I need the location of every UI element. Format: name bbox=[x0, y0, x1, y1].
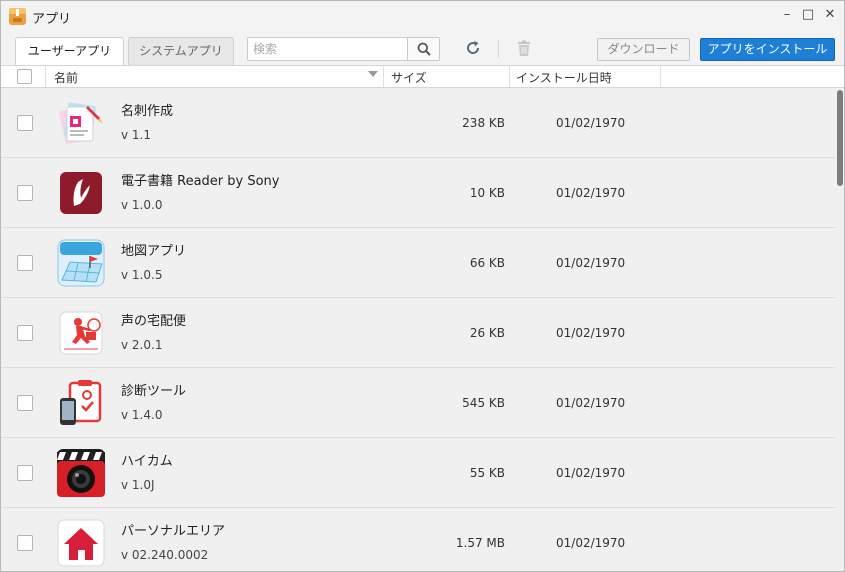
app-row[interactable]: 地図アプリ v 1.0.5 66 KB 01/02/1970 bbox=[1, 228, 835, 298]
column-divider bbox=[509, 66, 510, 87]
install-date: 01/02/1970 bbox=[556, 536, 626, 550]
tab-system-apps[interactable]: システムアプリ bbox=[128, 37, 234, 65]
toolbar-separator bbox=[498, 40, 499, 58]
install-date: 01/02/1970 bbox=[556, 326, 626, 340]
row-checkbox[interactable] bbox=[17, 465, 33, 481]
column-header: 名前 サイズ インストール日時 bbox=[1, 65, 844, 88]
install-date: 01/02/1970 bbox=[556, 256, 626, 270]
personal-area-icon bbox=[57, 519, 105, 567]
app-row[interactable]: パーソナルエリア v 02.240.0002 1.57 MB 01/02/197… bbox=[1, 508, 835, 571]
toolbar: ユーザーアプリ システムアプリ ダウンロード アプリをインストール bbox=[1, 32, 844, 65]
trash-icon[interactable] bbox=[515, 39, 533, 57]
row-checkbox[interactable] bbox=[17, 255, 33, 271]
app-size: 10 KB bbox=[469, 186, 505, 200]
install-date: 01/02/1970 bbox=[556, 396, 626, 410]
app-row[interactable]: 声の宅配便 v 2.0.1 26 KB 01/02/1970 bbox=[1, 298, 835, 368]
app-row[interactable]: 電子書籍 Reader by Sony v 1.0.0 10 KB 01/02/… bbox=[1, 158, 835, 228]
column-divider bbox=[660, 66, 661, 87]
app-size: 545 KB bbox=[462, 396, 505, 410]
highcam-icon bbox=[57, 449, 105, 497]
app-version: v 1.4.0 bbox=[121, 408, 163, 422]
install-date: 01/02/1970 bbox=[556, 466, 626, 480]
app-name: パーソナルエリア bbox=[121, 524, 226, 539]
app-manager-window: アプリ – □ ✕ ユーザーアプリ システムアプリ 検索 ダウンロード アプリを… bbox=[0, 0, 845, 572]
minimize-button[interactable]: – bbox=[779, 7, 795, 23]
business-card-maker-icon bbox=[59, 102, 103, 145]
reader-by-sony-icon bbox=[60, 172, 102, 214]
app-name: 電子書籍 Reader by Sony bbox=[121, 174, 280, 189]
app-name: 診断ツール bbox=[121, 384, 187, 399]
select-all-checkbox[interactable] bbox=[17, 69, 32, 84]
column-size-header[interactable]: サイズ bbox=[391, 69, 427, 86]
map-app-icon bbox=[57, 239, 105, 287]
app-box-icon bbox=[9, 8, 26, 25]
app-version: v 1.0.5 bbox=[121, 268, 163, 282]
column-name-header[interactable]: 名前 bbox=[54, 69, 78, 86]
diagnostic-tool-icon bbox=[60, 380, 102, 425]
tab-user-apps[interactable]: ユーザーアプリ bbox=[15, 37, 124, 65]
app-name: 地図アプリ bbox=[121, 244, 187, 259]
install-app-button[interactable]: アプリをインストール bbox=[700, 38, 835, 61]
row-checkbox[interactable] bbox=[17, 325, 33, 341]
app-row[interactable]: 診断ツール v 1.4.0 545 KB 01/02/1970 bbox=[1, 368, 835, 438]
app-version: v 1.0.0 bbox=[121, 198, 163, 212]
app-version: v 1.1 bbox=[121, 128, 151, 142]
search-input[interactable] bbox=[248, 38, 408, 60]
voice-delivery-icon bbox=[59, 311, 103, 355]
app-version: v 1.0J bbox=[121, 478, 155, 492]
close-button[interactable]: ✕ bbox=[822, 7, 838, 23]
search-icon bbox=[417, 42, 431, 56]
scroll-thumb[interactable] bbox=[837, 90, 843, 186]
app-size: 55 KB bbox=[469, 466, 505, 480]
row-checkbox[interactable] bbox=[17, 115, 33, 131]
install-date: 01/02/1970 bbox=[556, 186, 626, 200]
maximize-button[interactable]: □ bbox=[800, 7, 816, 23]
refresh-icon[interactable] bbox=[464, 39, 482, 57]
title-bar: アプリ – □ ✕ bbox=[1, 1, 844, 32]
app-size: 238 KB bbox=[462, 116, 505, 130]
column-divider bbox=[383, 66, 384, 87]
app-row[interactable]: 名刺作成 v 1.1 238 KB 01/02/1970 bbox=[1, 88, 835, 158]
search-button[interactable] bbox=[407, 38, 439, 60]
app-version: v 2.0.1 bbox=[121, 338, 163, 352]
search-box bbox=[247, 37, 440, 61]
app-row[interactable]: ハイカム v 1.0J 55 KB 01/02/1970 bbox=[1, 438, 835, 508]
column-date-header[interactable]: インストール日時 bbox=[516, 69, 612, 86]
app-name: 名刺作成 bbox=[121, 104, 174, 119]
download-button[interactable]: ダウンロード bbox=[597, 38, 690, 61]
app-name: ハイカム bbox=[121, 454, 173, 469]
app-name: 声の宅配便 bbox=[121, 314, 187, 329]
install-date: 01/02/1970 bbox=[556, 116, 626, 130]
sort-descending-icon[interactable] bbox=[368, 71, 378, 77]
row-checkbox[interactable] bbox=[17, 535, 33, 551]
vertical-scrollbar[interactable] bbox=[835, 88, 844, 571]
app-size: 66 KB bbox=[469, 256, 505, 270]
app-list: 名刺作成 v 1.1 238 KB 01/02/1970 電子書籍 Reader… bbox=[1, 88, 844, 571]
column-divider bbox=[45, 66, 46, 87]
app-version: v 02.240.0002 bbox=[121, 548, 209, 562]
row-checkbox[interactable] bbox=[17, 395, 33, 411]
app-size: 1.57 MB bbox=[455, 536, 505, 550]
row-checkbox[interactable] bbox=[17, 185, 33, 201]
app-size: 26 KB bbox=[469, 326, 505, 340]
window-title: アプリ bbox=[32, 12, 72, 27]
